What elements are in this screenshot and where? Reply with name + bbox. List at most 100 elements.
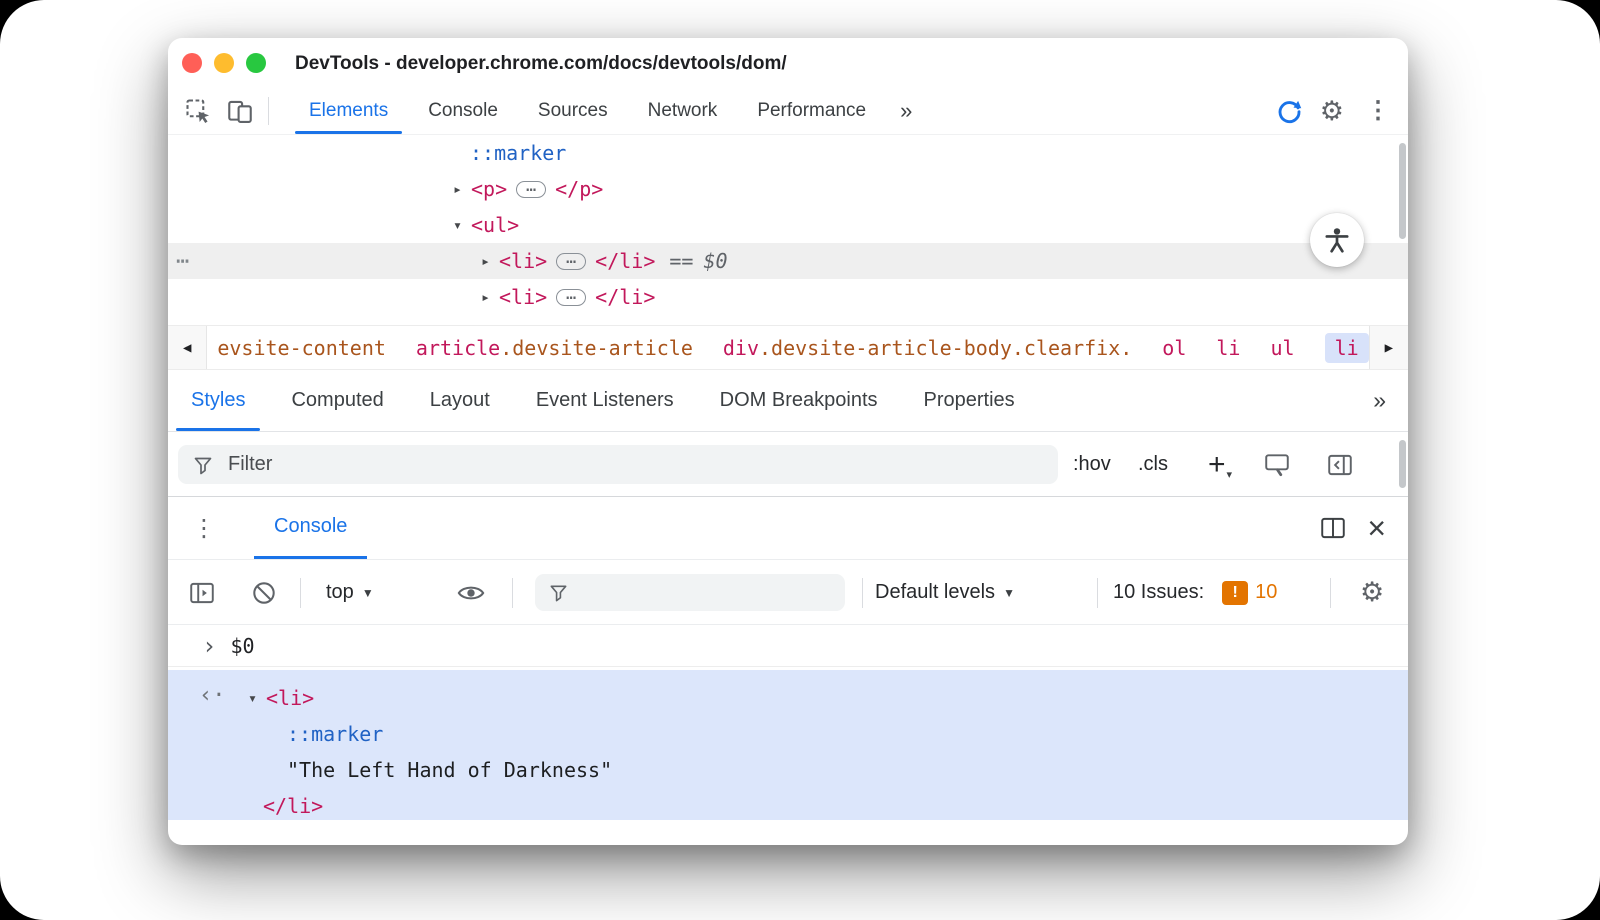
result-line[interactable]: ▾ <li> (168, 670, 1408, 716)
toolbar-divider (300, 578, 301, 608)
tab-styles[interactable]: Styles (168, 370, 268, 431)
tab-event-listeners[interactable]: Event Listeners (513, 370, 697, 431)
breadcrumb-item[interactable]: evsite-content (217, 336, 386, 360)
sync-button[interactable] (1274, 96, 1304, 126)
collapse-arrow-icon[interactable]: ▾ (248, 689, 266, 707)
tab-label: Event Listeners (535, 389, 674, 411)
styles-filter-input[interactable] (228, 453, 1044, 476)
more-panels-button[interactable]: » (886, 88, 926, 134)
close-window-button[interactable] (182, 53, 202, 73)
toggle-device-toolbar-button[interactable] (226, 97, 254, 125)
split-drawer-button[interactable] (1319, 514, 1347, 542)
styles-scrollbar[interactable] (1399, 440, 1406, 488)
breadcrumb-item[interactable]: li (1216, 336, 1240, 360)
expand-arrow-icon[interactable]: ▸ (481, 252, 499, 270)
tab-computed[interactable]: Computed (268, 370, 406, 431)
breadcrumb-scroll-right-button[interactable]: ▶ (1368, 326, 1408, 369)
tab-console-drawer[interactable]: Console (254, 497, 368, 559)
zoom-window-button[interactable] (246, 53, 266, 73)
tab-label: Network (647, 100, 718, 121)
kebab-menu-icon: ⋮ (1366, 97, 1390, 124)
window-titlebar: DevTools - developer.chrome.com/docs/dev… (168, 38, 1408, 88)
tag-open: <li> (499, 249, 548, 273)
log-level-dropdown[interactable]: Default levels ▼ (875, 560, 1015, 625)
console-filter-input[interactable] (579, 581, 832, 604)
tab-properties[interactable]: Properties (901, 370, 1038, 431)
collapse-arrow-icon[interactable]: ▾ (453, 216, 471, 234)
inline-expand-button[interactable]: … (556, 285, 587, 306)
crumb-classes: .devsite-article-body.clearfix. (759, 335, 1133, 360)
chevron-right-icon: ▶ (1384, 339, 1394, 356)
chevron-double-icon: » (1373, 387, 1386, 413)
dom-row-li-selected[interactable]: ⋯ ▸ <li> … </li> == $0 (168, 243, 1408, 279)
toggle-classes-button[interactable]: .cls (1138, 432, 1168, 497)
dom-row-p[interactable]: ▸ <p> … </p> (168, 171, 1408, 207)
issues-counter[interactable]: 10 Issues: ! 10 (1113, 560, 1277, 625)
elements-scrollbar[interactable] (1399, 143, 1406, 239)
plus-icon: + (1208, 447, 1226, 481)
devtools-main-toolbar: Elements Console Sources Network Perform… (168, 88, 1408, 135)
cls-label: .cls (1138, 453, 1168, 475)
rendering-emulation-button[interactable] (1263, 432, 1291, 497)
breadcrumb-item[interactable]: div.devsite-article-body.clearfix. (723, 336, 1132, 360)
tab-console[interactable]: Console (408, 88, 518, 134)
breadcrumb-item[interactable]: ol (1162, 336, 1186, 360)
split-panel-icon (1321, 517, 1346, 539)
new-style-rule-button[interactable]: + ▾ (1208, 432, 1232, 497)
crumb-tag: article (415, 335, 501, 360)
console-result-block[interactable]: ‹· ▾ <li> ::marker "The Left Hand of Dar… (168, 670, 1408, 820)
window-title: DevTools - developer.chrome.com/docs/dev… (295, 53, 787, 74)
gear-icon: ⚙ (1360, 577, 1385, 607)
breadcrumb-item[interactable]: article.devsite-article (416, 336, 693, 360)
settings-button[interactable]: ⚙ (1314, 97, 1350, 125)
console-input-echo-row[interactable]: › $0 (168, 625, 1408, 667)
console-toolbar: top ▼ Default levels ▼ 10 Issues: ! 10 ⚙ (168, 560, 1408, 625)
console-settings-button[interactable]: ⚙ (1354, 560, 1390, 625)
chevron-double-icon: » (900, 98, 913, 123)
row-overflow-icon[interactable]: ⋯ (176, 249, 189, 274)
dom-row-ul[interactable]: ▾ <ul> (168, 207, 1408, 243)
tab-label: Console (428, 100, 498, 121)
console-prompt-icon: › (202, 631, 217, 660)
tag-close: </li> (263, 794, 324, 818)
tab-performance[interactable]: Performance (737, 88, 886, 134)
more-sidebar-tabs-button[interactable]: » (1351, 370, 1408, 431)
toggle-hover-state-button[interactable]: :hov (1073, 432, 1111, 497)
console-filter-field[interactable] (535, 574, 845, 611)
expand-arrow-icon[interactable]: ▸ (453, 180, 471, 198)
inspect-element-button[interactable] (184, 97, 212, 125)
console-messages: › $0 ‹· ▾ <li> ::marker "The Left Hand o… (168, 625, 1408, 845)
styles-filter-field[interactable] (178, 445, 1058, 484)
result-line: ::marker (168, 716, 1408, 752)
close-drawer-button[interactable]: × (1367, 512, 1386, 544)
tab-label: Styles (191, 389, 246, 411)
person-icon (1325, 228, 1349, 253)
breadcrumb-scroll-left-button[interactable]: ◀ (168, 326, 208, 369)
eye-live-expression-button[interactable] (456, 560, 486, 625)
dock-sidebar-button[interactable] (1326, 432, 1354, 497)
page-background: DevTools - developer.chrome.com/docs/dev… (0, 0, 1600, 920)
tab-network[interactable]: Network (628, 88, 738, 134)
inline-expand-button[interactable]: … (516, 177, 547, 198)
tab-dom-breakpoints[interactable]: DOM Breakpoints (697, 370, 901, 431)
tab-sources[interactable]: Sources (518, 88, 628, 134)
breadcrumb-item-selected[interactable]: li (1324, 332, 1369, 363)
result-arrow-icon: ‹· (199, 683, 226, 708)
tab-elements[interactable]: Elements (289, 88, 408, 134)
tab-layout[interactable]: Layout (407, 370, 513, 431)
expand-arrow-icon[interactable]: ▸ (481, 288, 499, 306)
clear-console-button[interactable] (250, 560, 278, 625)
context-selector-dropdown[interactable]: top ▼ (326, 560, 374, 625)
inline-expand-button[interactable]: … (556, 249, 587, 270)
accessibility-overlay-button[interactable] (1310, 213, 1364, 267)
dom-row-marker[interactable]: ::marker (168, 135, 1408, 171)
tag-open: <li> (499, 285, 548, 309)
breadcrumb-item[interactable]: ul (1270, 336, 1294, 360)
drawer-menu-button[interactable]: ⋮ (168, 497, 238, 559)
minimize-window-button[interactable] (214, 53, 234, 73)
dom-row-li[interactable]: ▸ <li> … </li> (168, 279, 1408, 315)
kebab-menu-icon: ⋮ (192, 514, 216, 542)
main-menu-button[interactable]: ⋮ (1360, 99, 1396, 123)
eye-icon (457, 586, 485, 599)
show-console-sidebar-button[interactable] (188, 560, 216, 625)
